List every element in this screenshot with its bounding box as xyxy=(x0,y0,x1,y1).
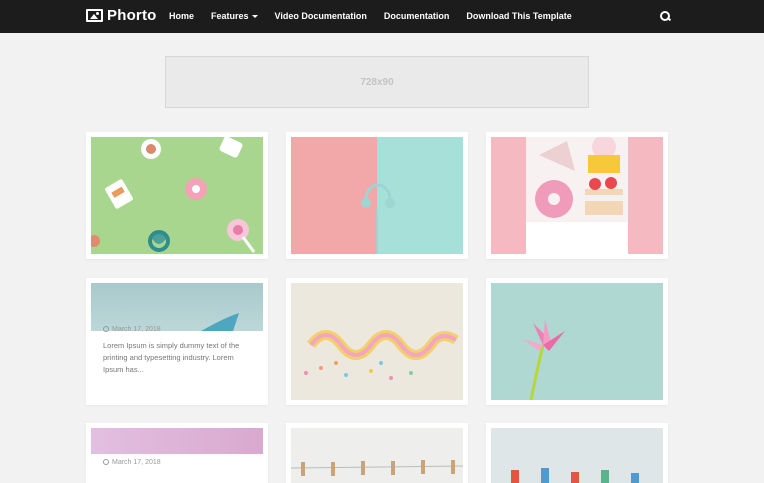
post-thumbnail-letters[interactable] xyxy=(491,428,663,483)
post-card[interactable]: March 17, 2018 Lorem Ipsum is simply dum… xyxy=(86,278,268,405)
site-logo[interactable]: Phorto xyxy=(86,7,157,24)
clock-icon xyxy=(103,326,109,332)
post-card[interactable] xyxy=(86,132,268,259)
nav-item-label: Video Documentation xyxy=(274,11,367,21)
nav-item-documentation[interactable]: Documentation xyxy=(384,11,450,21)
clothespins-illustration xyxy=(291,460,463,476)
clock-icon xyxy=(103,459,109,465)
post-card[interactable]: March 17, 2018 xyxy=(86,423,268,483)
post-card[interactable] xyxy=(286,278,468,405)
nav-item-features[interactable]: Features xyxy=(211,11,258,21)
post-excerpt: Lorem Ipsum is simply dummy text of the … xyxy=(103,341,240,374)
candies-illustration xyxy=(91,137,256,253)
post-date: March 17, 2018 xyxy=(103,459,161,466)
post-thumbnail-pink[interactable] xyxy=(91,428,263,454)
ad-size-label: 728x90 xyxy=(360,76,394,88)
nav-item-home[interactable]: Home xyxy=(169,11,194,21)
site-logo-text: Phorto xyxy=(107,7,157,24)
top-navbar: Phorto Home Features Video Documentation… xyxy=(0,0,764,33)
ribbon-illustration xyxy=(304,330,459,380)
sweets-illustration xyxy=(526,137,628,254)
image-icon xyxy=(86,9,103,22)
post-thumbnail-sweets[interactable] xyxy=(491,137,663,254)
nav-item-label: Download This Template xyxy=(466,11,572,21)
post-thumbnail-headphones[interactable] xyxy=(291,137,463,254)
post-card[interactable] xyxy=(286,132,468,259)
letters-illustration xyxy=(511,468,639,483)
post-thumbnail-feather[interactable] xyxy=(91,283,263,331)
nav-item-video-documentation[interactable]: Video Documentation xyxy=(275,11,367,21)
ad-banner[interactable]: 728x90 xyxy=(165,56,589,108)
caret-down-icon xyxy=(251,15,258,19)
nav-item-download-template[interactable]: Download This Template xyxy=(466,11,571,21)
search-icon[interactable] xyxy=(660,11,670,21)
main-menu: Home Features Video Documentation Docume… xyxy=(169,11,589,21)
nav-item-label: Documentation xyxy=(383,11,450,21)
lily-illustration xyxy=(523,319,565,400)
feather-illustration xyxy=(201,313,239,331)
nav-item-label: Features xyxy=(211,11,249,21)
post-card[interactable] xyxy=(286,423,468,483)
post-card[interactable] xyxy=(486,278,668,405)
post-thumbnail-candies[interactable] xyxy=(91,137,263,254)
post-date-text: March 17, 2018 xyxy=(112,459,161,466)
post-thumbnail-ribbon[interactable] xyxy=(291,283,463,400)
post-thumbnail-clothespins[interactable] xyxy=(291,428,463,483)
post-thumbnail-lily[interactable] xyxy=(491,283,663,400)
headphones-illustration xyxy=(361,183,395,254)
post-date-text: March 17, 2018 xyxy=(112,326,161,333)
post-card[interactable] xyxy=(486,423,668,483)
nav-item-label: Home xyxy=(169,11,195,21)
post-card[interactable] xyxy=(486,132,668,259)
post-date: March 17, 2018 xyxy=(103,326,161,333)
